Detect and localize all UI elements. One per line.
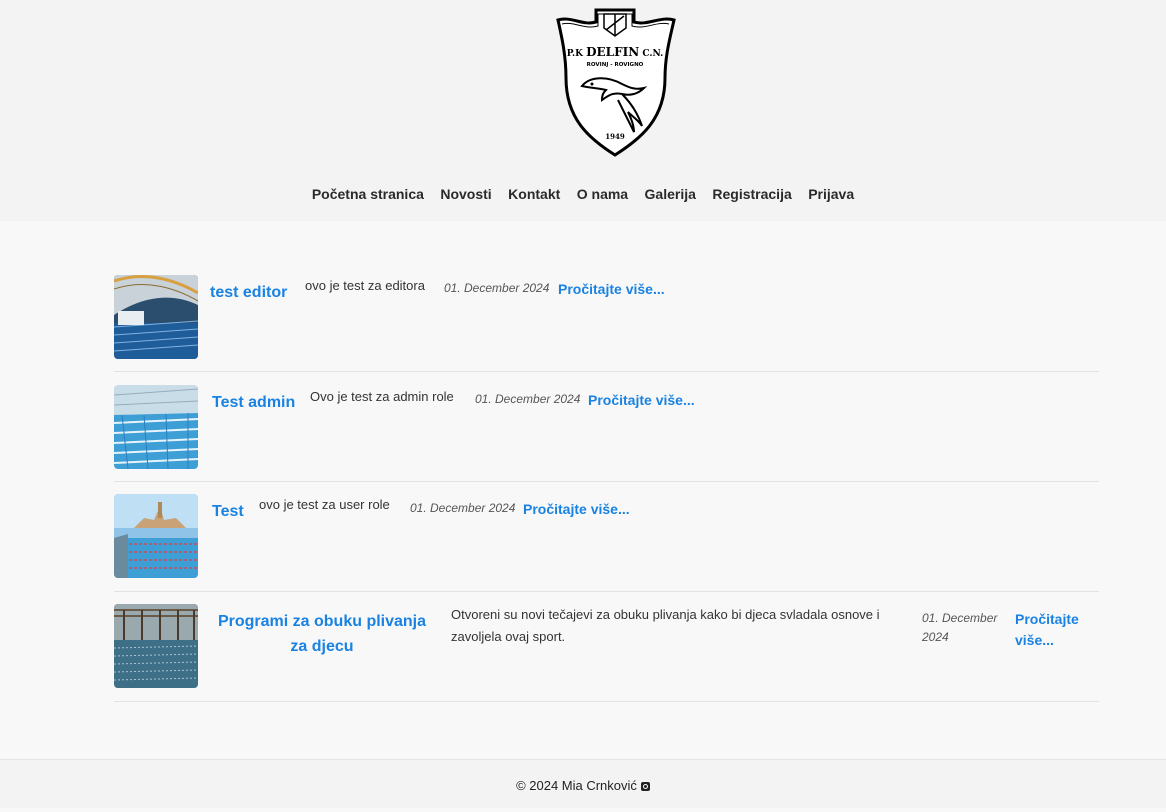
news-thumbnail[interactable]	[114, 604, 198, 688]
read-more-link[interactable]: Pročitajte više...	[588, 390, 695, 411]
news-thumbnail[interactable]	[114, 494, 198, 578]
nav-galerija[interactable]: Galerija	[645, 184, 696, 204]
news-date: 01. December 2024	[475, 392, 581, 406]
read-more-link[interactable]: Pročitajte više...	[558, 279, 665, 300]
news-description: Ovo je test za admin role	[310, 389, 454, 404]
read-more-link[interactable]: Pročitajte više...	[523, 499, 630, 520]
news-description: ovo je test za editora	[305, 278, 425, 293]
news-item: Test ovo je test za user role 01. Decemb…	[114, 482, 1099, 592]
news-title[interactable]: Programi za obuku plivanja za djecu	[214, 609, 430, 659]
read-more-link[interactable]: Pročitajte više...	[1015, 609, 1095, 651]
news-title[interactable]: Test	[212, 499, 244, 524]
news-item: Test admin Ovo je test za admin role 01.…	[114, 372, 1099, 482]
main-nav: Početna stranica Novosti Kontakt O nama …	[0, 184, 1166, 204]
news-item: test editor ovo je test za editora 01. D…	[114, 270, 1099, 372]
news-description: Otvoreni su novi tečajevi za obuku pliva…	[451, 607, 880, 644]
instagram-icon[interactable]	[640, 782, 650, 791]
svg-text:ROVINJ - ROVIGNO: ROVINJ - ROVIGNO	[587, 62, 644, 68]
news-title[interactable]: test editor	[210, 280, 287, 305]
news-list: test editor ovo je test za editora 01. D…	[114, 270, 1099, 702]
news-date: 01. December 2024	[410, 501, 516, 515]
club-logo[interactable]: P.K DELFIN C.N. ROVINJ - ROVIGNO 1949	[552, 8, 679, 158]
news-description: ovo je test za user role	[259, 497, 390, 512]
news-thumbnail[interactable]	[114, 385, 198, 469]
site-footer: © 2024 Mia Crnković	[0, 759, 1166, 808]
nav-kontakt[interactable]: Kontakt	[508, 184, 560, 204]
news-item: Programi za obuku plivanja za djecu Otvo…	[114, 592, 1099, 702]
nav-pocetna[interactable]: Početna stranica	[312, 184, 424, 204]
svg-text:1949: 1949	[605, 132, 625, 141]
news-thumbnail[interactable]	[114, 275, 198, 359]
news-date: 01. December 2024	[444, 281, 550, 295]
site-header: P.K DELFIN C.N. ROVINJ - ROVIGNO 1949 Po…	[0, 0, 1166, 221]
nav-novosti[interactable]: Novosti	[440, 184, 491, 204]
nav-prijava[interactable]: Prijava	[808, 184, 854, 204]
news-date: 01. December 2024	[922, 611, 998, 644]
news-title[interactable]: Test admin	[212, 390, 295, 415]
nav-registracija[interactable]: Registracija	[712, 184, 791, 204]
copyright-text: © 2024 Mia Crnković	[516, 778, 637, 793]
nav-o-nama[interactable]: O nama	[577, 184, 628, 204]
